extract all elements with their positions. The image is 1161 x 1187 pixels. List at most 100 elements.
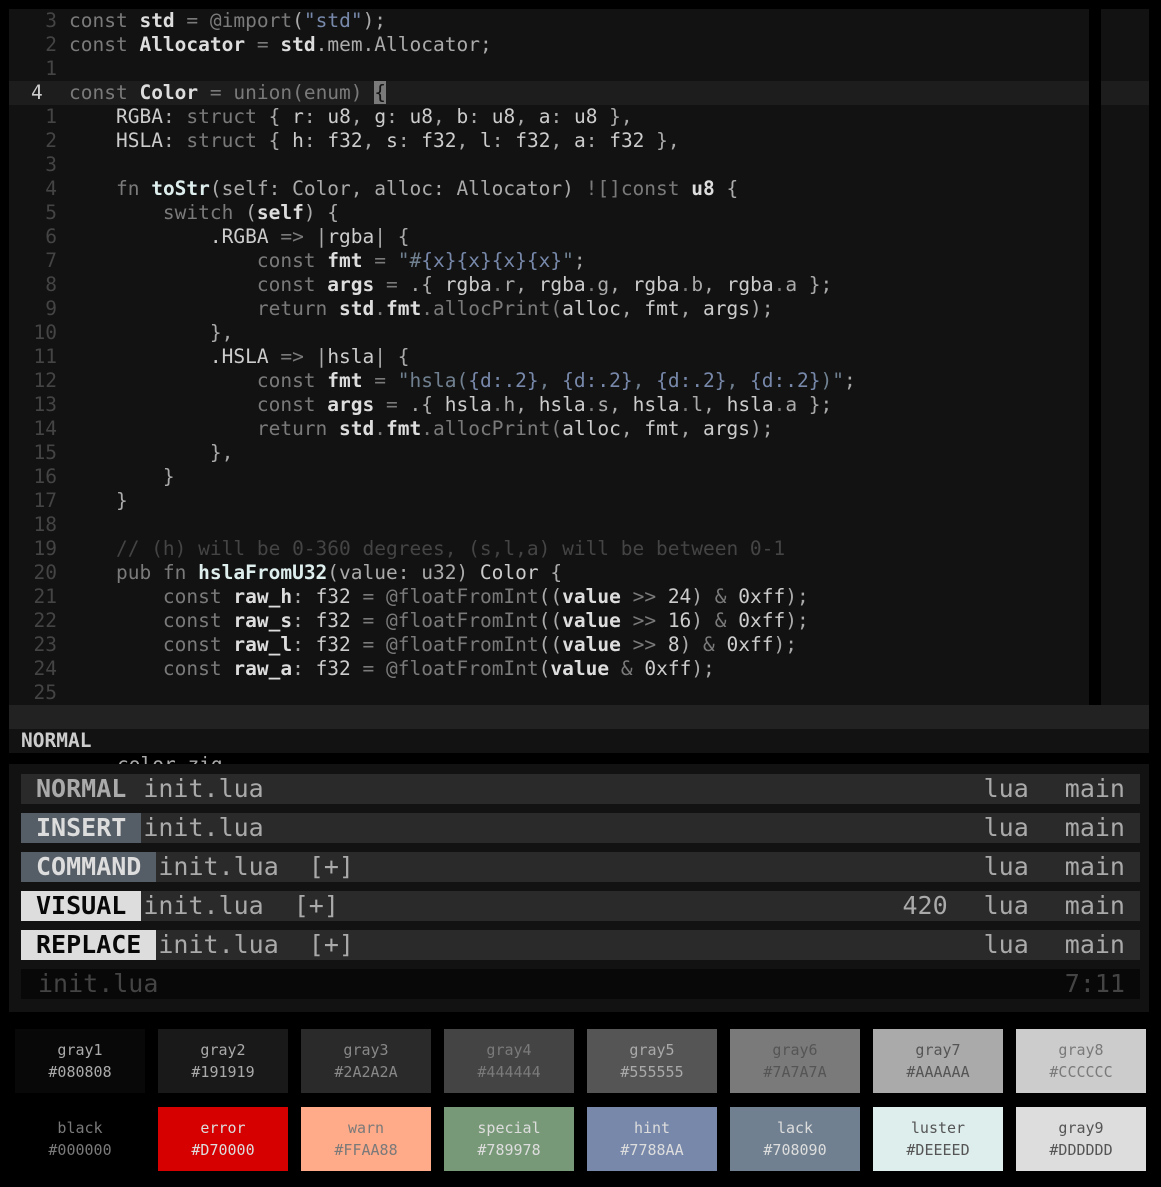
cursorline <box>1101 81 1149 105</box>
code-token: } <box>69 465 175 488</box>
mode-indicator: NORMAL <box>21 774 142 804</box>
code-token: raw_h <box>233 585 293 608</box>
line-number: 16 <box>33 465 57 488</box>
code-line[interactable]: 7 const fmt = "#{x}{x}{x}{x}"; <box>9 249 1089 273</box>
code-token: // (h) will be 0-360 degrees, (s,l,a) wi… <box>115 537 786 560</box>
code-line[interactable]: 20 pub fn hslaFromU32(value: u32) Color … <box>9 561 1089 585</box>
code-line[interactable]: 4 fn toStr(self: Color, alloc: Allocator… <box>9 177 1089 201</box>
code-line[interactable]: 1 <box>9 57 1089 81</box>
code-token: f32 <box>609 129 645 152</box>
code-token: | <box>315 225 328 248</box>
editor-window: 3 const std = @import("std"); 2 const Alloc… <box>9 9 1149 824</box>
color-palette: gray1 #080808 gray2 #191919 gray3 #2A2A2A gray… <box>0 1020 1161 1187</box>
swatch-luster: luster #DEEEED <box>873 1107 1003 1171</box>
code-token: = <box>350 585 387 608</box>
code-line[interactable]: 18 <box>9 513 1089 537</box>
code-line[interactable]: 17 } <box>9 489 1089 513</box>
mode-indicator: NORMAL <box>21 729 92 752</box>
code-token: . <box>585 273 598 296</box>
code-token: = <box>174 9 210 32</box>
code-token: hsla <box>327 345 375 368</box>
code-token: : <box>491 129 516 152</box>
code-token: = <box>350 609 387 632</box>
code-token: pub fn <box>115 561 199 584</box>
code-token: )" <box>820 369 844 392</box>
line-code: const args = .{ hsla.h, hsla.s, hsla.l, … <box>69 393 832 417</box>
code-token: toStr <box>151 177 210 200</box>
line-number: 20 <box>33 561 57 584</box>
code-token: , <box>362 129 387 152</box>
code-line[interactable]: 1 RGBA: struct { r: u8, g: u8, b: u8, a:… <box>9 105 1089 129</box>
code-token: raw_l <box>233 633 293 656</box>
code-token: rgba <box>632 273 680 296</box>
swatch-name: gray2 <box>200 1041 246 1059</box>
code-line[interactable]: 10 }, <box>9 321 1089 345</box>
code-line[interactable]: 6 .RGBA => |rgba| { <box>9 225 1089 249</box>
code-line[interactable]: 15 }, <box>9 441 1089 465</box>
code-token: . <box>374 297 387 320</box>
code-line[interactable]: 3 <box>9 153 1089 177</box>
line-code: }, <box>69 441 234 465</box>
code-token: ) <box>691 585 704 608</box>
code-line[interactable]: 16 } <box>9 465 1089 489</box>
line-code: return std.fmt.allocPrint(alloc, fmt, ar… <box>69 417 774 441</box>
line-number: 3 <box>45 9 57 32</box>
line-code: fn toStr(self: Color, alloc: Allocator) … <box>69 177 738 201</box>
code-token: {d:.2} <box>656 369 727 392</box>
code-token: args <box>703 417 751 440</box>
code-token: .mem.Allocator; <box>315 33 492 56</box>
code-token: f32 <box>315 609 351 632</box>
line-code: const raw_h: f32 = @floatFromInt((value … <box>69 585 809 609</box>
code-line[interactable]: 19 // (h) will be 0-360 degrees, (s,l,a)… <box>9 537 1089 561</box>
code-token: fmt <box>327 249 363 272</box>
code-line[interactable]: 23 const raw_l: f32 = @floatFromInt((val… <box>9 633 1089 657</box>
swatch-hex: #CCCCCC <box>1049 1063 1113 1081</box>
code-token: 0xff <box>738 609 786 632</box>
code-line[interactable]: 2 HSLA: struct { h: f32, s: f32, l: f32,… <box>9 129 1089 153</box>
swatch-name: gray9 <box>1058 1119 1104 1137</box>
code-token: : <box>162 129 187 152</box>
code-line[interactable]: 14 return std.fmt.allocPrint(alloc, fmt,… <box>9 417 1089 441</box>
swatch-gray6: gray6 #7A7A7A <box>730 1029 860 1093</box>
code-token: a }; <box>785 393 833 416</box>
code-line[interactable]: 8 const args = .{ rgba.r, rgba.g, rgba.b… <box>9 273 1089 297</box>
code-line[interactable]: 3 const std = @import("std"); <box>9 9 1089 33</box>
code-line[interactable]: 11 .HSLA => |hsla| { <box>9 345 1089 369</box>
line-code: } <box>69 465 175 489</box>
code-token: u8 <box>327 105 351 128</box>
code-line[interactable]: 21 const raw_h: f32 = @floatFromInt((val… <box>9 585 1089 609</box>
code-token: } <box>69 489 128 512</box>
swatch-name: gray1 <box>57 1041 103 1059</box>
filetype: lua <box>983 774 1029 803</box>
code-line-current[interactable]: 4 const Color = union(enum) { <box>9 81 1089 105</box>
code-token: ); <box>750 417 774 440</box>
code-line[interactable]: 5 switch (self) { <box>9 201 1089 225</box>
git-branch: main <box>1064 891 1125 920</box>
code-line[interactable]: 24 const raw_a: f32 = @floatFromInt(valu… <box>9 657 1089 681</box>
code-line[interactable]: 12 const fmt = "hsla({d:.2}, {d:.2}, {d:… <box>9 369 1089 393</box>
split-divider[interactable] <box>1089 9 1101 705</box>
code-token: "std" <box>303 9 363 32</box>
code-line[interactable]: 25 <box>9 681 1089 705</box>
code-line[interactable]: 9 return std.fmt.allocPrint(alloc, fmt, … <box>9 297 1089 321</box>
swatch-special: special #789978 <box>444 1107 574 1171</box>
code-token: f32 <box>327 129 363 152</box>
line-code: } <box>69 489 128 513</box>
code-token: fmt <box>644 297 680 320</box>
side-pane[interactable] <box>1101 9 1149 705</box>
code-line[interactable]: 2 const Allocator = std.mem.Allocator; <box>9 33 1089 57</box>
code-line[interactable]: 13 const args = .{ hsla.h, hsla.s, hsla.… <box>9 393 1089 417</box>
code-line[interactable]: 22 const raw_s: f32 = @floatFromInt((val… <box>9 609 1089 633</box>
swatch-gray4: gray4 #444444 <box>444 1029 574 1093</box>
code-token: f32 <box>315 657 351 680</box>
code-token: "hsla( <box>397 369 469 392</box>
code-pane[interactable]: 3 const std = @import("std"); 2 const Alloc… <box>9 9 1089 705</box>
code-token: (value: u32) <box>327 561 480 584</box>
code-token: | { <box>374 225 410 248</box>
code-token: @floatFromInt <box>386 609 539 632</box>
code-token: ); <box>691 657 715 680</box>
code-token: const <box>69 33 140 56</box>
